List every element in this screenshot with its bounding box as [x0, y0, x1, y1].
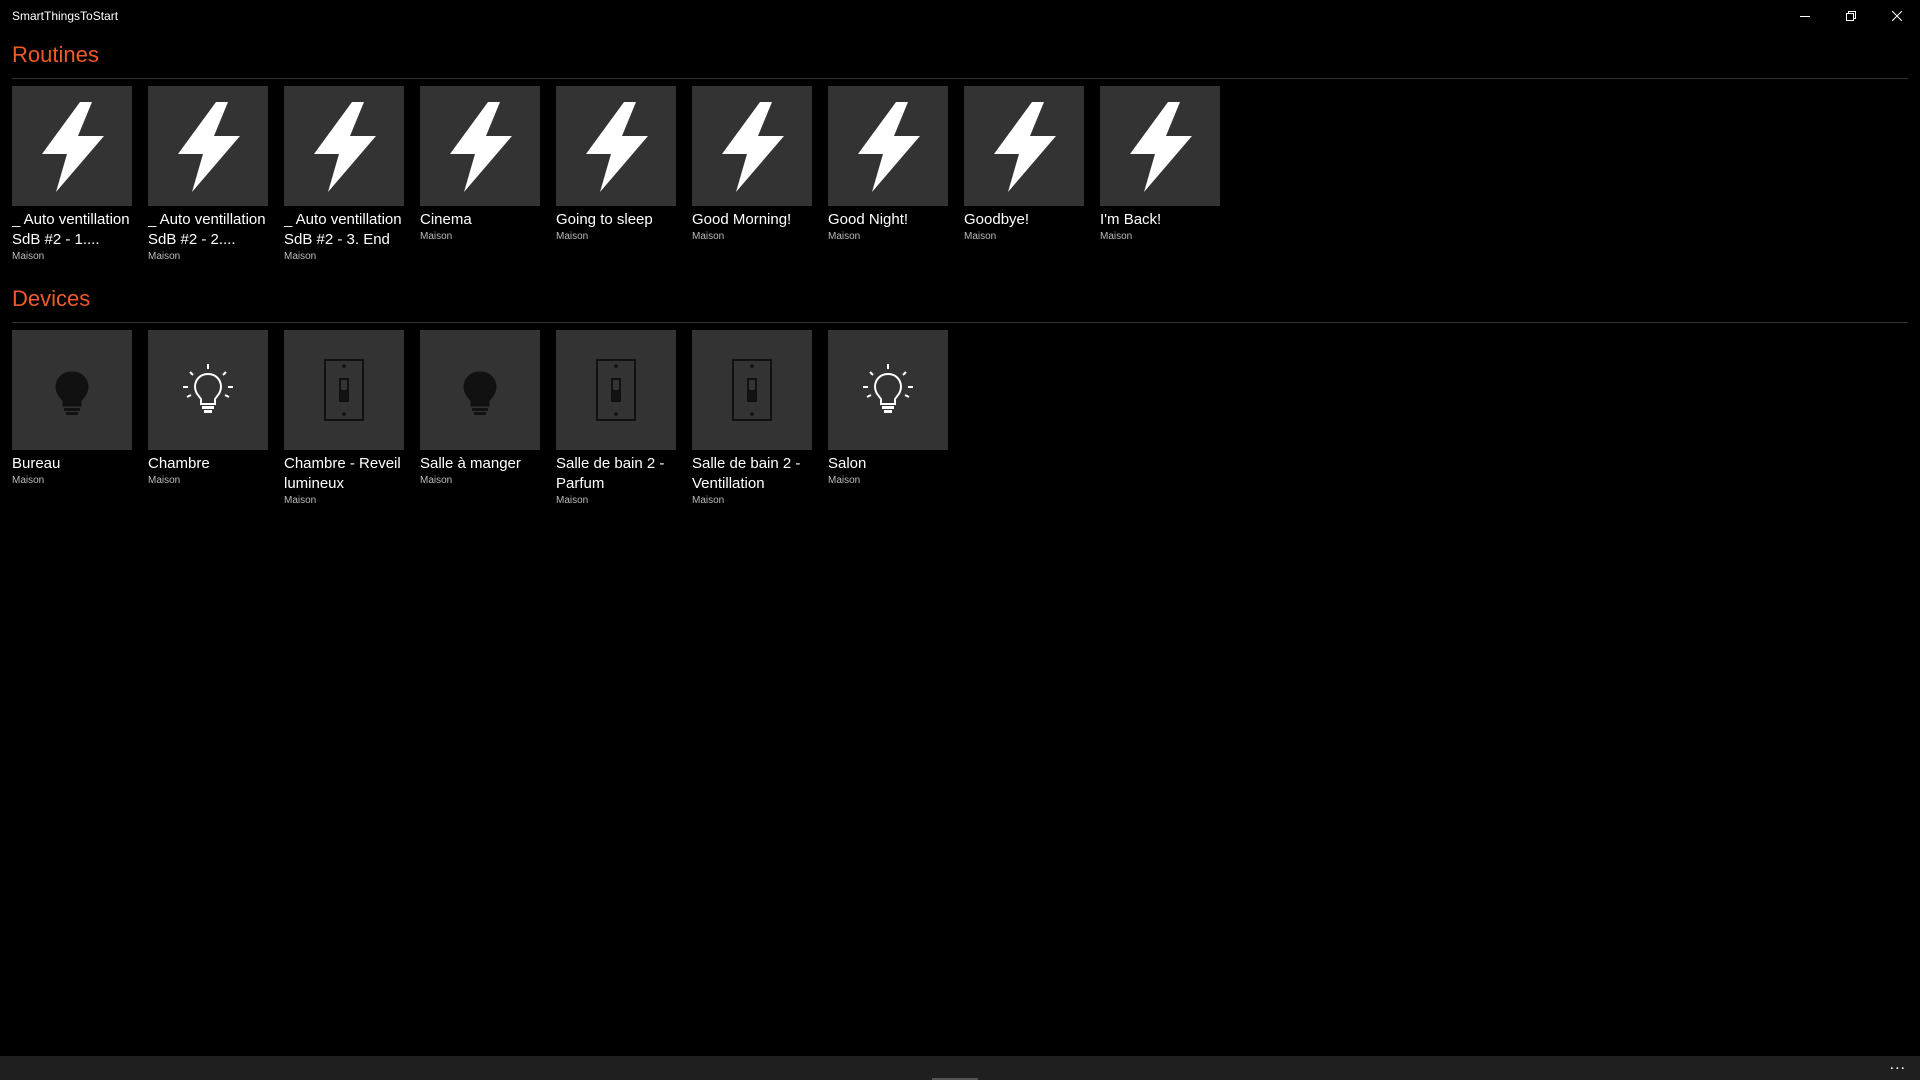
routine-tile-label: Good Night!	[828, 211, 909, 228]
device-tile-location: Maison	[420, 475, 453, 486]
routine-tile-location: Maison	[148, 251, 181, 262]
switch-icon	[314, 355, 374, 425]
routine-tile-location: Maison	[420, 231, 453, 242]
routine-tile-image	[148, 86, 268, 206]
device-tile[interactable]: Salle de bain 2 - Parfum Maison	[556, 330, 676, 508]
devices-list: Bureau Maison Chambre Maison Chambre - Revei…	[12, 330, 964, 508]
routine-tile[interactable]: _ Auto ventillation SdB #2 - 1.... Maison	[12, 86, 132, 264]
lightning-icon	[566, 96, 666, 196]
device-tile-image	[556, 330, 676, 450]
device-tile-location: Maison	[284, 495, 317, 506]
routine-tile-label: Cinema	[420, 211, 472, 228]
routine-tile-image	[284, 86, 404, 206]
title-bar: SmartThingsToStart	[0, 0, 1920, 32]
lightning-icon	[430, 96, 530, 196]
close-button[interactable]	[1874, 0, 1920, 32]
lightbulb-off-icon	[450, 360, 510, 420]
lightning-icon	[702, 96, 802, 196]
device-tile-image	[284, 330, 404, 450]
devices-section: Devices	[12, 284, 1908, 323]
device-tile-location: Maison	[828, 475, 861, 486]
device-tile[interactable]: Salle à manger Maison	[420, 330, 540, 508]
minimize-button[interactable]	[1782, 0, 1828, 32]
device-tile-image	[420, 330, 540, 450]
routine-tile-image	[1100, 86, 1220, 206]
device-tile-label: Salon	[828, 455, 867, 472]
routine-tile-image	[692, 86, 812, 206]
routine-tile[interactable]: Goodbye! Maison	[964, 86, 1084, 264]
device-tile-location: Maison	[148, 475, 181, 486]
device-tile-label: Bureau	[12, 455, 61, 472]
routines-heading: Routines	[12, 42, 99, 67]
device-tile[interactable]: Chambre - Reveil lumineux Maison	[284, 330, 404, 508]
app-title: SmartThingsToStart	[12, 9, 119, 23]
routine-tile[interactable]: Cinema Maison	[420, 86, 540, 264]
device-tile-image	[148, 330, 268, 450]
routine-tile[interactable]: Good Night! Maison	[828, 86, 948, 264]
device-tile-location: Maison	[556, 495, 589, 506]
routine-tile[interactable]: _ Auto ventillation SdB #2 - 3. End Maiso…	[284, 86, 404, 264]
routine-tile-image	[12, 86, 132, 206]
device-tile[interactable]: Salle de bain 2 - Ventillation Maison	[692, 330, 812, 508]
routine-tile-label: _ Auto ventillation SdB #2 - 2....	[148, 211, 266, 248]
routine-tile-image	[828, 86, 948, 206]
switch-icon	[586, 355, 646, 425]
routine-tile-label: _ Auto ventillation SdB #2 - 1....	[12, 211, 130, 248]
lightning-icon	[838, 96, 938, 196]
routine-tile[interactable]: _ Auto ventillation SdB #2 - 2.... Maison	[148, 86, 268, 264]
routine-tile-label: Good Morning!	[692, 211, 792, 228]
restore-button[interactable]	[1828, 0, 1874, 32]
device-tile-image	[12, 330, 132, 450]
device-tile-location: Maison	[12, 475, 45, 486]
routine-tile[interactable]: Good Morning! Maison	[692, 86, 812, 264]
divider	[12, 78, 1908, 79]
device-tile[interactable]: Salon Maison	[828, 330, 948, 508]
routine-tile[interactable]: Going to sleep Maison	[556, 86, 676, 264]
routine-tile-location: Maison	[828, 231, 861, 242]
routines-list: _ Auto ventillation SdB #2 - 1.... Maison…	[12, 86, 1236, 264]
device-tile-location: Maison	[692, 495, 725, 506]
routine-tile-location: Maison	[1100, 231, 1133, 242]
switch-icon	[722, 355, 782, 425]
routine-tile-label: Going to sleep	[556, 211, 653, 228]
lightning-icon	[158, 96, 258, 196]
device-tile-image	[692, 330, 812, 450]
lightning-icon	[1110, 96, 1210, 196]
lightbulb-off-icon	[42, 360, 102, 420]
lightbulb-on-icon	[858, 360, 918, 420]
lightbulb-on-icon	[178, 360, 238, 420]
device-tile-label: Salle à manger	[420, 455, 521, 472]
more-options-button[interactable]: ...	[1890, 1056, 1906, 1080]
routine-tile-label: _ Auto ventillation SdB #2 - 3. End	[284, 211, 402, 248]
routine-tile-location: Maison	[556, 231, 589, 242]
routine-tile-label: Goodbye!	[964, 211, 1030, 228]
routines-section: Routines	[12, 40, 1908, 79]
device-tile-label: Chambre	[148, 455, 210, 472]
routine-tile-image	[556, 86, 676, 206]
device-tile-label: Chambre - Reveil lumineux	[284, 455, 401, 492]
routine-tile-image	[964, 86, 1084, 206]
minimize-icon	[1800, 16, 1810, 17]
routine-tile-location: Maison	[12, 251, 45, 262]
restore-icon	[1846, 11, 1856, 21]
divider	[12, 322, 1908, 323]
routine-tile-location: Maison	[964, 231, 997, 242]
device-tile[interactable]: Chambre Maison	[148, 330, 268, 508]
routine-tile-location: Maison	[284, 251, 317, 262]
app-bar: ...	[0, 1056, 1920, 1080]
device-tile-label: Salle de bain 2 - Ventillation	[692, 455, 801, 492]
routine-tile-label: I'm Back!	[1100, 211, 1162, 228]
lightning-icon	[294, 96, 394, 196]
lightning-icon	[22, 96, 122, 196]
routine-tile[interactable]: I'm Back! Maison	[1100, 86, 1220, 264]
lightning-icon	[974, 96, 1074, 196]
device-tile[interactable]: Bureau Maison	[12, 330, 132, 508]
device-tile-image	[828, 330, 948, 450]
close-icon	[1892, 11, 1902, 21]
routine-tile-location: Maison	[692, 231, 725, 242]
devices-heading: Devices	[12, 286, 91, 311]
routine-tile-image	[420, 86, 540, 206]
device-tile-label: Salle de bain 2 - Parfum	[556, 455, 665, 492]
